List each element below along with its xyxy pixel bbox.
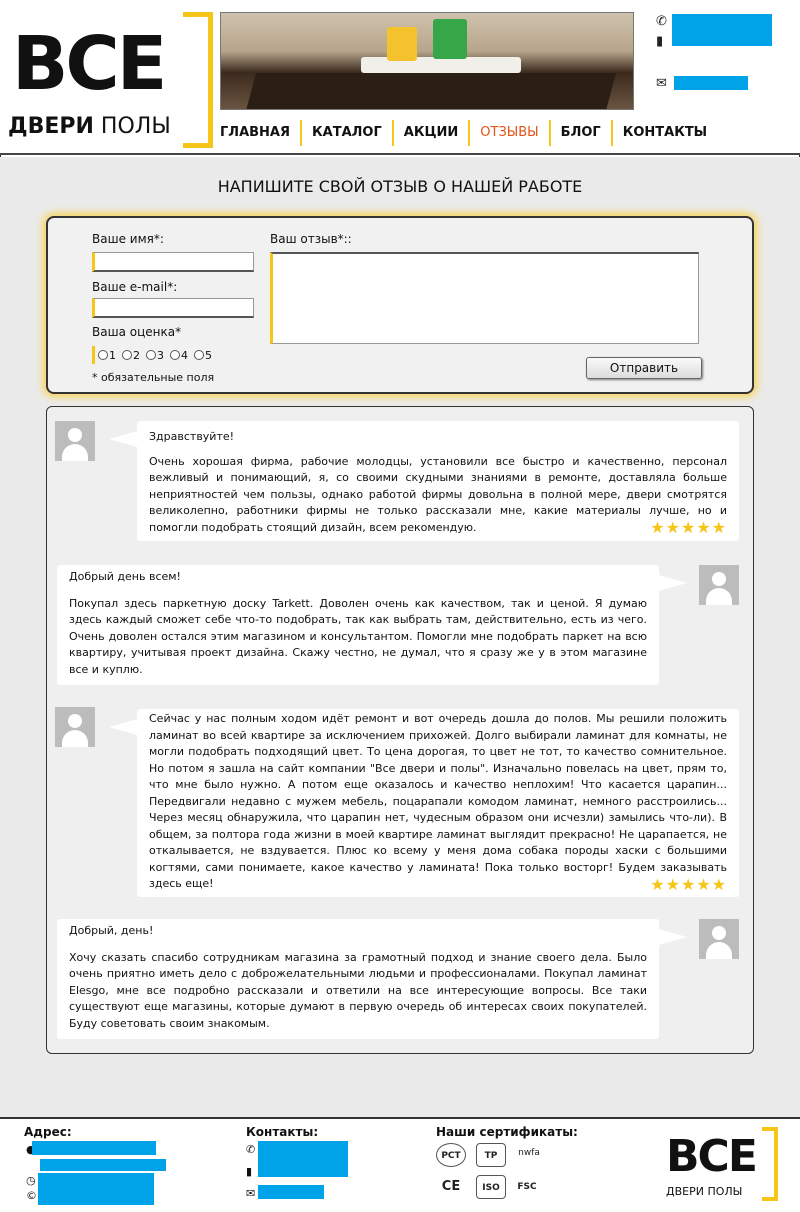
redacted-email xyxy=(258,1185,324,1199)
user-avatar-icon xyxy=(55,707,95,747)
main-content: НАПИШИТЕ СВОЙ ОТЗЫВ О НАШЕЙ РАБОТЕ Ваше … xyxy=(0,157,800,1117)
user-avatar-icon xyxy=(699,565,739,605)
site-footer: Адрес: ● ◷ © Контакты: ✆ ▮ ✉ Наши сертиф… xyxy=(0,1117,800,1212)
name-input[interactable] xyxy=(92,252,254,272)
cert-rst-icon: РСТ xyxy=(436,1143,466,1167)
redacted-hours xyxy=(38,1173,154,1205)
header-banner-image xyxy=(220,12,634,110)
review-item: Добрый, день! Хочу сказать спасибо сотру… xyxy=(57,919,687,1039)
email-icon: ✉ xyxy=(656,76,667,91)
nav-item-home[interactable]: ГЛАВНАЯ xyxy=(210,120,300,146)
nav-item-reviews[interactable]: ОТЗЫВЫ xyxy=(468,120,548,146)
radio-circle xyxy=(98,350,108,360)
mobile-icon: ▮ xyxy=(246,1165,253,1178)
rating-radio-1[interactable]: 1 xyxy=(98,349,116,362)
main-nav: ГЛАВНАЯ КАТАЛОГ АКЦИИ ОТЗЫВЫ БЛОГ КОНТАК… xyxy=(210,118,790,148)
footer-logo-subtitle: ДВЕРИ ПОЛЫ xyxy=(666,1185,743,1198)
review-form: Ваше имя*: Ваше e-mail*: Ваша оценка* 1 … xyxy=(46,216,754,394)
redacted-address xyxy=(32,1141,156,1155)
site-header: ВСЕ ДВЕРИ ПОЛЫ ✆ ▮ ✉ ГЛАВНАЯ КАТАЛОГ АКЦ… xyxy=(0,0,800,155)
redacted-address-2 xyxy=(40,1159,166,1171)
cert-iso-icon: ISO xyxy=(476,1175,506,1199)
cert-ce-icon: CE xyxy=(441,1179,461,1194)
review-greeting: Добрый день всем! xyxy=(69,570,181,583)
radio-circle xyxy=(170,350,180,360)
rating-value: 4 xyxy=(181,348,188,362)
nav-item-promotions[interactable]: АКЦИИ xyxy=(391,120,469,146)
reviews-list: Здравствуйте! Очень хорошая фирма, рабоч… xyxy=(46,406,754,1054)
review-text: Хочу сказать спасибо сотрудникам магазин… xyxy=(69,950,647,1030)
logo-text: ВСЕ xyxy=(12,21,167,107)
rating-label: Ваша оценка* xyxy=(92,325,182,339)
review-greeting: Здравствуйте! xyxy=(149,430,235,443)
copyright-icon: © xyxy=(26,1189,37,1202)
banner-green-cup xyxy=(433,19,467,59)
logo-sub-bold: ДВЕРИ xyxy=(8,114,94,139)
cert-tr-icon: ТР xyxy=(476,1143,506,1167)
rating-value: 1 xyxy=(109,348,116,362)
redacted-phones xyxy=(258,1141,348,1177)
banner-table xyxy=(245,73,617,109)
radio-circle xyxy=(194,350,204,360)
site-logo[interactable]: ВСЕ ДВЕРИ ПОЛЫ xyxy=(8,10,213,148)
header-contacts: ✆ ▮ ✉ xyxy=(656,14,796,104)
review-stars: ★★★★★ xyxy=(650,518,727,537)
footer-logo-text: ВСЕ xyxy=(666,1131,758,1182)
review-item: Сейчас у нас полным ходом идёт ремонт и … xyxy=(109,709,739,897)
review-text: Очень хорошая фирма, рабочие молодцы, ус… xyxy=(149,454,727,534)
banner-yellow-cup xyxy=(387,27,417,61)
review-label: Ваш отзыв*:: xyxy=(270,232,352,246)
certificates-title: Наши сертификаты: xyxy=(436,1125,578,1139)
rating-radio-4[interactable]: 4 xyxy=(170,349,188,362)
logo-bracket xyxy=(183,12,213,148)
review-textarea[interactable] xyxy=(270,252,699,344)
review-text: Покупал здесь паркетную доску Tarkett. Д… xyxy=(69,596,647,676)
name-label: Ваше имя*: xyxy=(92,232,164,246)
email-label: Ваше e-mail*: xyxy=(92,280,178,294)
footer-logo[interactable]: ВСЕ ДВЕРИ ПОЛЫ xyxy=(666,1127,778,1207)
user-avatar-icon xyxy=(55,421,95,461)
required-note: * обязательные поля xyxy=(92,371,215,384)
rating-value: 5 xyxy=(205,348,212,362)
rating-radio-5[interactable]: 5 xyxy=(194,349,212,362)
mobile-icon: ▮ xyxy=(656,34,664,49)
banner-tray xyxy=(361,57,521,73)
submit-button[interactable]: Отправить xyxy=(586,357,702,379)
phone-icon: ✆ xyxy=(656,14,667,29)
cert-fsc-icon: FSC xyxy=(517,1182,537,1192)
contacts-title: Контакты: xyxy=(246,1125,319,1139)
rating-value: 3 xyxy=(157,348,164,362)
radio-circle xyxy=(146,350,156,360)
review-stars: ★★★★★ xyxy=(650,875,727,894)
review-greeting: Добрый, день! xyxy=(69,924,154,937)
nav-item-catalog[interactable]: КАТАЛОГ xyxy=(300,120,392,146)
review-item: Здравствуйте! Очень хорошая фирма, рабоч… xyxy=(109,421,739,541)
user-avatar-icon xyxy=(699,919,739,959)
redacted-email xyxy=(674,76,748,90)
logo-subtitle: ДВЕРИ ПОЛЫ xyxy=(8,114,171,139)
email-input[interactable] xyxy=(92,298,254,318)
rating-options: 1 2 3 4 5 xyxy=(92,346,212,364)
logo-bracket xyxy=(762,1127,778,1201)
nav-item-contacts[interactable]: КОНТАКТЫ xyxy=(610,120,717,146)
phone-icon: ✆ xyxy=(246,1143,256,1156)
logo-sub-rest: ПОЛЫ xyxy=(93,114,171,139)
redacted-phone xyxy=(672,14,772,46)
nav-item-blog[interactable]: БЛОГ xyxy=(548,120,611,146)
cert-nwfa-icon: nwfa xyxy=(518,1148,540,1158)
rating-value: 2 xyxy=(133,348,140,362)
rating-radio-3[interactable]: 3 xyxy=(146,349,164,362)
address-title: Адрес: xyxy=(24,1125,72,1139)
page-title: НАПИШИТЕ СВОЙ ОТЗЫВ О НАШЕЙ РАБОТЕ xyxy=(217,177,583,196)
review-item: Добрый день всем! Покупал здесь паркетну… xyxy=(57,565,687,685)
clock-icon: ◷ xyxy=(26,1174,36,1187)
rating-radio-2[interactable]: 2 xyxy=(122,349,140,362)
review-text: Сейчас у нас полным ходом идёт ремонт и … xyxy=(149,712,727,890)
email-icon: ✉ xyxy=(246,1187,256,1200)
radio-circle xyxy=(122,350,132,360)
